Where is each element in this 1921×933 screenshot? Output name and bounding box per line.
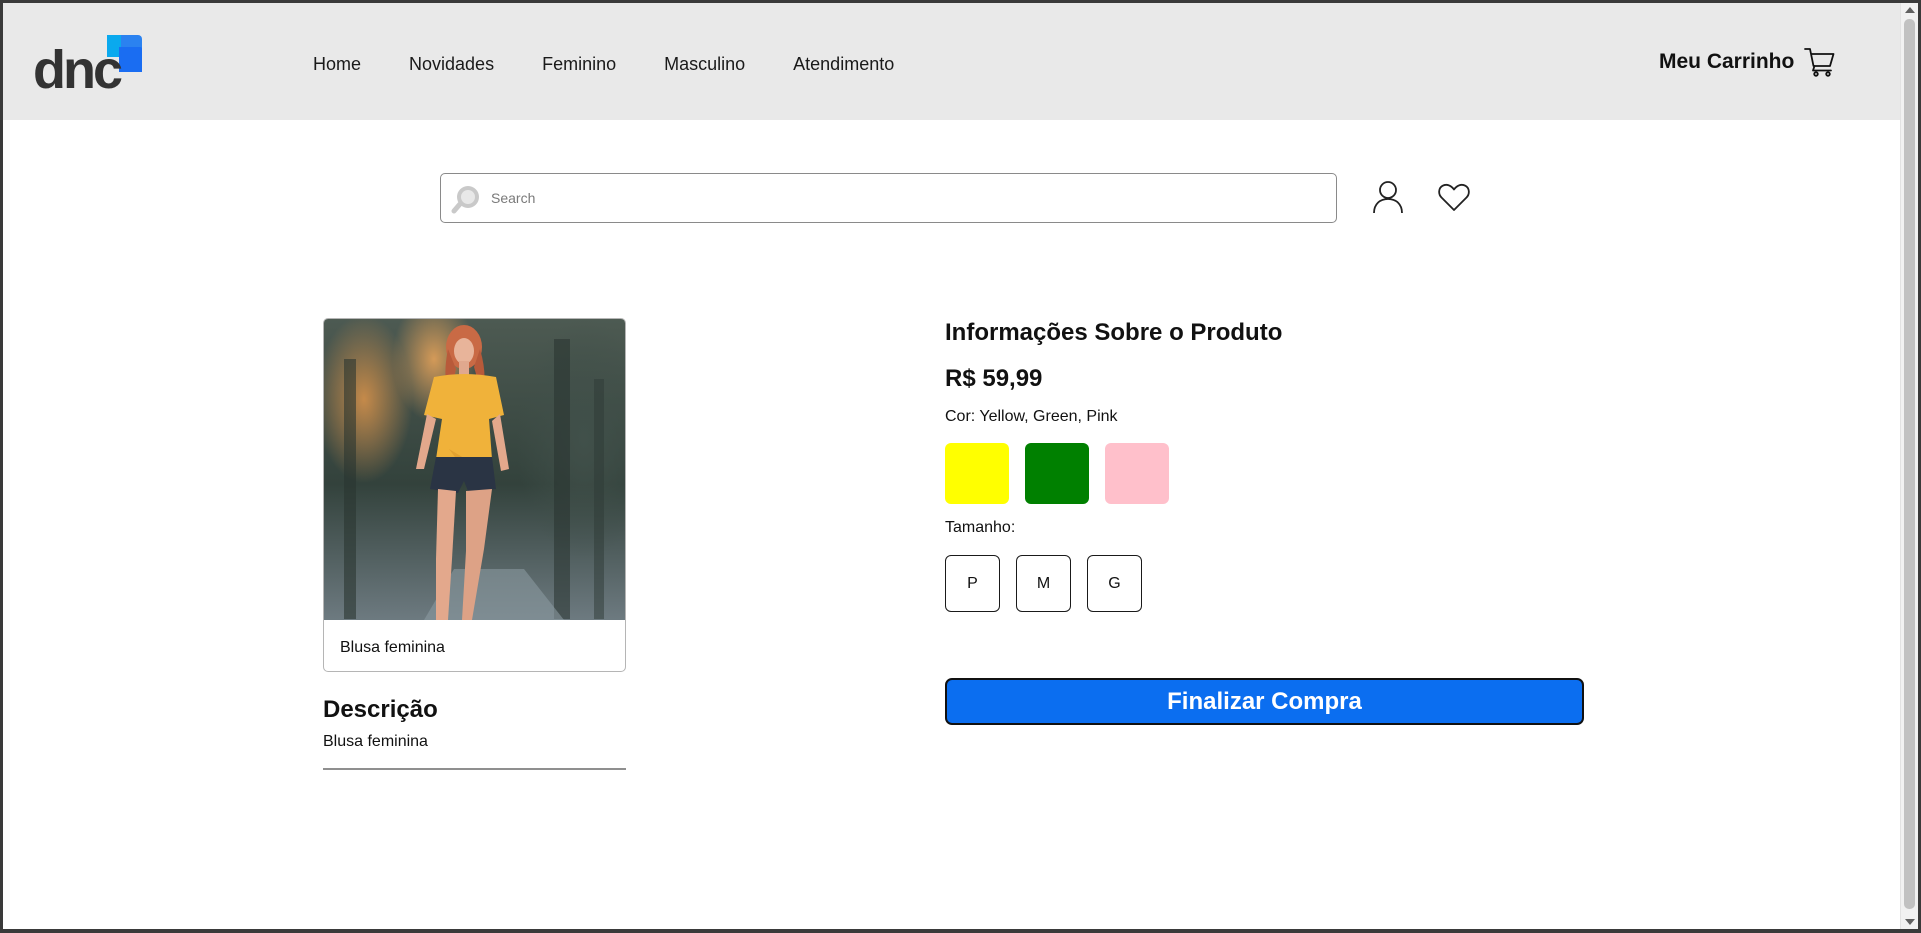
description-text: Blusa feminina <box>323 733 428 750</box>
nav-feminino[interactable]: Feminino <box>542 52 616 76</box>
size-options: P M G <box>945 555 1158 612</box>
search-bar <box>440 173 1337 223</box>
size-button-m[interactable]: M <box>1016 555 1071 612</box>
scroll-down-icon[interactable] <box>1905 919 1915 925</box>
size-label: Tamanho: <box>945 519 1016 536</box>
main-nav: Home Novidades Feminino Masculino Atendi… <box>313 52 942 76</box>
product-price: R$ 59,99 <box>945 365 1043 392</box>
color-label: Cor: Yellow, Green, Pink <box>945 408 1118 425</box>
size-button-p[interactable]: P <box>945 555 1000 612</box>
product-caption: Blusa feminina <box>340 639 445 656</box>
nav-atendimento[interactable]: Atendimento <box>793 52 894 76</box>
nav-novidades[interactable]: Novidades <box>409 52 494 76</box>
site-header: dnc Home Novidades Feminino Masculino At… <box>3 3 1900 120</box>
color-swatches <box>945 443 1185 504</box>
product-card[interactable]: Blusa feminina <box>323 318 626 672</box>
page-viewport: dnc Home Novidades Feminino Masculino At… <box>3 3 1900 929</box>
scrollbar-thumb[interactable] <box>1904 19 1915 909</box>
description-divider <box>323 768 626 770</box>
product-image <box>324 319 625 620</box>
dnc-logo[interactable]: dnc <box>33 35 148 100</box>
nav-home[interactable]: Home <box>313 52 361 76</box>
user-icon[interactable] <box>1372 180 1404 214</box>
search-icon <box>451 186 479 214</box>
shopping-cart-icon <box>1804 48 1835 77</box>
logo-mark-dark <box>119 47 142 72</box>
cart-label: Meu Carrinho <box>1659 50 1795 73</box>
color-swatch-pink[interactable] <box>1105 443 1169 504</box>
checkout-button[interactable]: Finalizar Compra <box>945 678 1584 725</box>
scroll-up-icon[interactable] <box>1905 7 1915 13</box>
color-swatch-yellow[interactable] <box>945 443 1009 504</box>
logo-text: dnc <box>33 40 123 100</box>
heart-icon[interactable] <box>1438 183 1470 212</box>
vertical-scrollbar[interactable] <box>1900 3 1918 929</box>
cart-button[interactable]: Meu Carrinho <box>1659 47 1836 77</box>
description-title: Descrição <box>323 696 438 723</box>
size-button-g[interactable]: G <box>1087 555 1142 612</box>
color-swatch-green[interactable] <box>1025 443 1089 504</box>
search-input[interactable] <box>491 186 1311 210</box>
product-info-title: Informações Sobre o Produto <box>945 319 1283 346</box>
nav-masculino[interactable]: Masculino <box>664 52 745 76</box>
